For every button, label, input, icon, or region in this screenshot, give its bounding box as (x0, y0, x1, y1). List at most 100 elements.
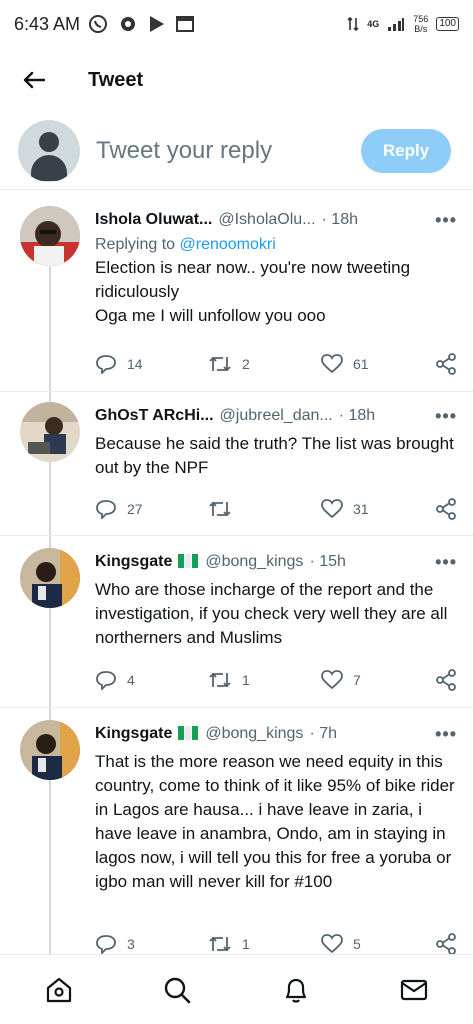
back-button[interactable] (18, 64, 50, 96)
home-icon (47, 977, 72, 1002)
tweet-time: · 15h (309, 553, 346, 570)
play-store-icon (150, 16, 165, 32)
tweet-text: Election is near now.. you're now tweeti… (95, 256, 457, 328)
retweet-action[interactable]: 1 (208, 934, 321, 954)
reply-action[interactable]: 14 (95, 354, 208, 374)
more-options-button[interactable]: ••• (435, 724, 457, 745)
tweet-actions: 14 2 61 (95, 350, 457, 378)
replying-to: Replying to @renoomokri (95, 236, 457, 254)
reply-input[interactable]: Tweet your reply (96, 137, 361, 165)
retweet-count: 1 (242, 936, 250, 952)
reply-icon (96, 355, 116, 374)
reply-thread: Ishola Oluwat... @IsholaOlu... · 18h •••… (0, 192, 473, 954)
nigeria-flag-emoji (178, 553, 199, 571)
net-speed-unit: B/s (414, 24, 428, 34)
author-handle[interactable]: @bong_kings (205, 553, 303, 571)
page-title: Tweet (88, 68, 144, 91)
avatar[interactable] (20, 720, 80, 780)
reply-icon (96, 500, 116, 519)
retweet-icon (209, 672, 231, 688)
reply-button[interactable]: Reply (361, 128, 451, 173)
avatar[interactable] (20, 402, 80, 462)
share-icon (436, 669, 456, 691)
reply-count: 14 (127, 356, 143, 372)
notifications-icon (285, 978, 306, 1003)
tweet-time: · 18h (321, 211, 358, 228)
like-icon (321, 934, 343, 954)
author-name[interactable]: Kingsgate (95, 553, 172, 571)
author-name[interactable]: GhOsT ARcHi... (95, 407, 214, 425)
tweet-line: That is the more reason we need equity i… (95, 752, 455, 891)
tweet-divider (0, 707, 473, 708)
more-options-button[interactable]: ••• (435, 552, 457, 573)
whatsapp-icon (89, 15, 108, 33)
reply-action[interactable]: 4 (95, 670, 208, 690)
retweet-count: 2 (242, 356, 250, 372)
nav-messages[interactable] (394, 970, 434, 1010)
author-handle[interactable]: @IsholaOlu... (218, 211, 315, 229)
search-icon (165, 977, 191, 1003)
like-icon (321, 354, 343, 374)
bottom-nav (0, 954, 473, 1024)
tweet-text: Who are those incharge of the report and… (95, 578, 457, 650)
reply-action[interactable]: 27 (95, 499, 208, 519)
share-icon (436, 933, 456, 954)
nav-home[interactable] (39, 970, 79, 1010)
reply-count: 4 (127, 672, 135, 688)
retweet-count: 1 (242, 672, 250, 688)
nav-notifications[interactable] (276, 970, 316, 1010)
tweet-time: · 7h (309, 725, 338, 742)
tweet-divider (0, 535, 473, 536)
retweet-action[interactable]: 1 (208, 670, 321, 690)
retweet-icon (209, 501, 231, 517)
like-action[interactable]: 5 (321, 934, 434, 954)
more-options-button[interactable]: ••• (435, 406, 457, 427)
author-handle[interactable]: @jubreel_dan... (220, 407, 333, 425)
tweet-line: Who are those incharge of the report and… (95, 580, 448, 647)
like-icon (321, 670, 343, 690)
nav-search[interactable] (157, 970, 197, 1010)
tweet-actions: 27 31 (95, 495, 457, 523)
reply-action[interactable]: 3 (95, 934, 208, 954)
tweet-actions: 4 1 7 (95, 666, 457, 694)
more-options-button[interactable]: ••• (435, 210, 457, 231)
avatar[interactable] (20, 548, 80, 608)
author-name[interactable]: Ishola Oluwat... (95, 211, 212, 229)
replying-mention[interactable]: @renoomokri (180, 236, 276, 253)
like-icon (321, 499, 343, 519)
thread-connector-line (49, 262, 51, 954)
status-time: 6:43 AM (14, 13, 81, 34)
avatar[interactable] (20, 206, 80, 266)
status-icons-left (88, 14, 195, 34)
like-action[interactable]: 61 (321, 354, 434, 374)
retweet-action[interactable]: 2 (208, 354, 321, 374)
share-action[interactable] (435, 933, 457, 954)
share-action[interactable] (435, 669, 457, 691)
messages-icon (400, 979, 427, 1000)
author-name[interactable]: Kingsgate (95, 725, 172, 743)
like-count: 31 (353, 501, 369, 517)
tweet-text: Because he said the truth? The list was … (95, 432, 457, 480)
signal-icon (388, 18, 405, 31)
reply-icon (96, 935, 116, 954)
like-action[interactable]: 31 (321, 499, 434, 519)
tweet-actions: 3 1 5 (95, 930, 457, 954)
share-icon (436, 353, 456, 375)
nigeria-flag-emoji (178, 725, 199, 743)
battery-indicator: 100 (436, 17, 459, 31)
retweet-icon (209, 356, 231, 372)
net-speed: 756 B/s (413, 14, 428, 34)
author-handle[interactable]: @bong_kings (205, 725, 303, 743)
tweet-text: That is the more reason we need equity i… (95, 750, 457, 894)
data-arrows-icon (347, 16, 359, 32)
like-action[interactable]: 7 (321, 670, 434, 690)
like-count: 61 (353, 356, 369, 372)
share-action[interactable] (435, 498, 457, 520)
reply-icon (96, 671, 116, 690)
calendar-icon (176, 16, 195, 32)
share-action[interactable] (435, 353, 457, 375)
reply-count: 3 (127, 936, 135, 952)
retweet-action[interactable] (208, 499, 321, 519)
network-type: 4G (367, 19, 380, 29)
reply-count: 27 (127, 501, 143, 517)
